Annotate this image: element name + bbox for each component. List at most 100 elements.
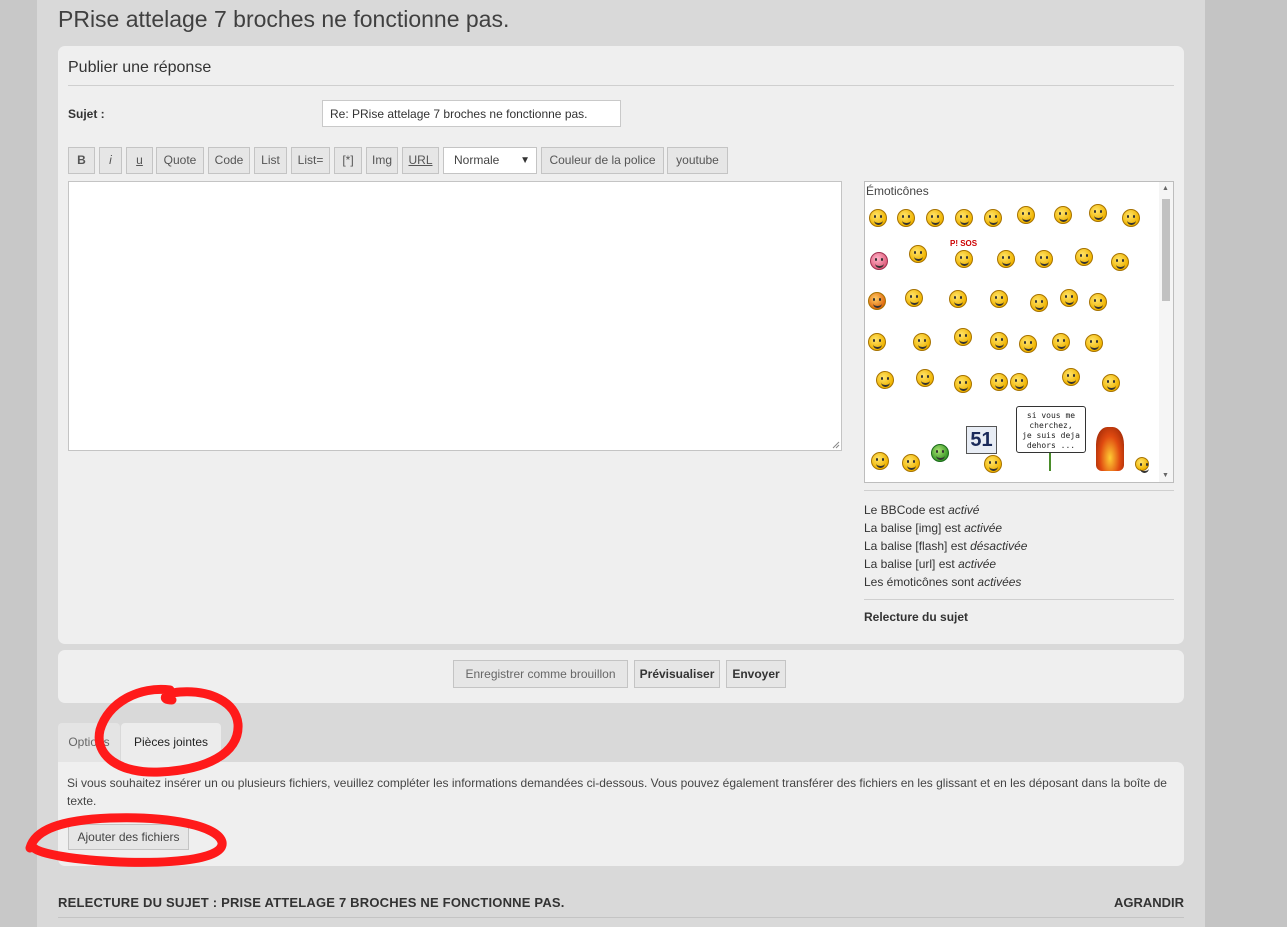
smiley-icon[interactable] [870,252,888,270]
tab-options[interactable]: Options [58,723,120,762]
font-size-select[interactable]: Normale ▼ [443,147,537,174]
attachments-panel: Si vous souhaitez insérer un ou plusieur… [58,762,1184,866]
right-margin [1205,0,1287,927]
smiley-icon[interactable] [868,333,886,351]
tab-attachments[interactable]: Pièces jointes [121,723,221,762]
topic-review-link[interactable]: Relecture du sujet [864,608,1174,626]
sign-text: je suis deja [1022,431,1080,440]
smiley-icon[interactable] [1030,294,1048,312]
review-heading: RELECTURE DU SUJET : PRISE ATTELAGE 7 BR… [58,895,565,910]
smiley-icon[interactable] [990,373,1008,391]
sign-pole [1049,453,1051,471]
smiley-icon[interactable] [1089,293,1107,311]
smiley-icon[interactable] [984,209,1002,227]
sign-51-icon[interactable]: 51 [966,426,997,454]
smiley-icon[interactable] [1019,335,1037,353]
info-text: La balise [flash] est [864,539,971,553]
smiley-icon[interactable] [1122,209,1140,227]
scroll-down-icon[interactable]: ▼ [1162,472,1169,479]
smiley-icon[interactable] [997,250,1015,268]
subject-label: Sujet : [68,107,105,121]
smiley-icon[interactable] [916,369,934,387]
smiley-icon[interactable] [905,289,923,307]
smilies-title: Émoticônes [866,184,929,198]
smiley-icon[interactable] [913,333,931,351]
reply-panel: Publier une réponse Sujet : Re: PRise at… [58,46,1184,644]
smiley-icon[interactable] [1102,374,1120,392]
img-button[interactable]: Img [366,147,398,174]
url-status: La balise [url] est activée [864,555,1174,573]
submit-button[interactable]: Envoyer [726,660,786,688]
smiley-icon[interactable] [871,452,889,470]
smiley-icon[interactable] [909,245,927,263]
info-state: activées [977,575,1022,589]
smiley-icon[interactable] [1075,248,1093,266]
list-button[interactable]: List [254,147,287,174]
smiley-icon[interactable] [990,290,1008,308]
img-status: La balise [img] est activée [864,519,1174,537]
smiley-icon[interactable] [1010,373,1028,391]
flash-status: La balise [flash] est désactivée [864,537,1174,555]
smiley-icon[interactable] [1135,457,1149,473]
smiley-icon[interactable] [955,209,973,227]
ordered-list-button[interactable]: List= [291,147,330,174]
bbcode-info: Le BBCode est activé La balise [img] est… [864,490,1174,626]
smiley-icon[interactable] [1035,250,1053,268]
smiley-icon[interactable] [902,454,920,472]
smilies-scrollbar[interactable]: ▲ ▼ [1159,182,1173,482]
sign-icon[interactable]: si vous me cherchez, je suis deja dehors… [1016,406,1086,453]
info-text: La balise [url] est [864,557,959,571]
list-item-button[interactable]: [*] [334,147,362,174]
preview-button[interactable]: Prévisualiser [634,660,720,688]
italic-button[interactable]: i [99,147,122,174]
smiley-icon[interactable] [1017,206,1035,224]
sign-text: dehors ... [1026,441,1076,450]
smiley-icon[interactable] [955,250,973,268]
divider [864,599,1174,600]
attachments-help-text: Si vous souhaitez insérer un ou plusieur… [67,776,1167,808]
underline-button[interactable]: u [126,147,153,174]
smiley-icon[interactable] [1085,334,1103,352]
subject-input[interactable]: Re: PRise attelage 7 broches ne fonction… [322,100,621,127]
scroll-up-icon[interactable]: ▲ [1162,185,1169,192]
fire-icon[interactable] [1096,427,1124,471]
page-title: PRise attelage 7 broches ne fonctionne p… [58,6,510,32]
save-draft-button[interactable]: Enregistrer comme brouillon [453,660,628,688]
smiley-icon[interactable] [868,292,886,310]
font-color-button[interactable]: Couleur de la police [541,147,664,174]
smiley-icon[interactable] [1111,253,1129,271]
bold-button[interactable]: B [68,147,95,174]
submit-panel: Enregistrer comme brouillon Prévisualise… [58,650,1184,703]
smiley-icon[interactable] [984,455,1002,473]
smiley-icon[interactable] [1054,206,1072,224]
smiley-icon[interactable] [1062,368,1080,386]
info-state: activée [964,521,1003,535]
divider [68,85,1174,86]
expand-link[interactable]: AGRANDIR [1114,895,1184,910]
smiley-icon[interactable] [869,209,887,227]
smiley-icon[interactable] [1089,204,1107,222]
add-files-button[interactable]: Ajouter des fichiers [68,824,189,850]
smiley-icon[interactable] [1052,333,1070,351]
smiley-icon[interactable] [926,209,944,227]
scrollbar-thumb[interactable] [1162,199,1170,301]
url-button[interactable]: URL [402,147,439,174]
code-button[interactable]: Code [208,147,250,174]
smiley-icon[interactable] [990,332,1008,350]
youtube-button[interactable]: youtube [667,147,728,174]
smiley-icon[interactable] [876,371,894,389]
message-textarea[interactable] [68,181,842,451]
quote-button[interactable]: Quote [156,147,204,174]
smilies-status: Les émoticônes sont activées [864,573,1174,591]
smiley-icon[interactable] [931,444,949,462]
sign-text: cherchez, [1029,421,1073,430]
smiley-icon[interactable] [954,328,972,346]
smiley-icon[interactable] [1060,289,1078,307]
resize-handle-icon[interactable] [832,441,840,449]
smiley-icon[interactable] [949,290,967,308]
sign-text: si vous me [1026,411,1076,420]
smiley-icon[interactable] [897,209,915,227]
info-state: activée [958,557,997,571]
info-text: Le BBCode est [864,503,949,517]
smiley-icon[interactable] [954,375,972,393]
